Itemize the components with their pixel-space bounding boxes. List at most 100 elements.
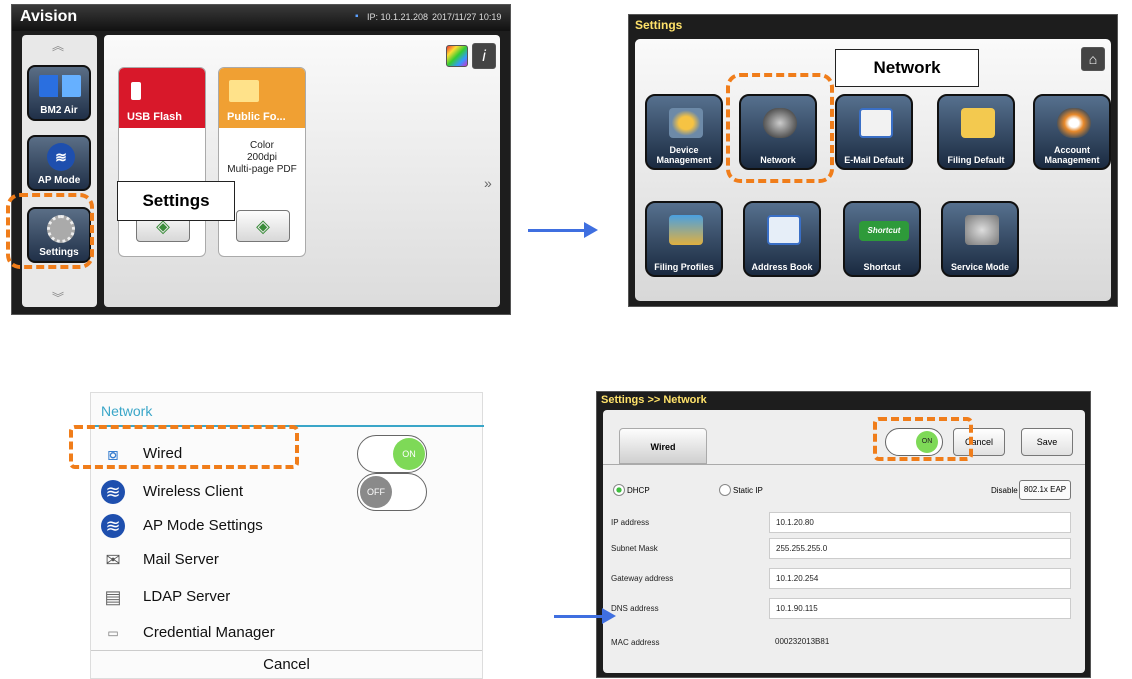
breadcrumb: Settings >> Network (601, 394, 707, 406)
sidebar-item-ap-mode[interactable]: ≋ AP Mode (27, 135, 91, 191)
ip-address-row: IP address 10.1.20.80 (607, 512, 1073, 534)
page-title: Network (101, 403, 153, 419)
network-item-mail-server[interactable]: ✉ Mail Server (101, 545, 361, 575)
usb-icon (131, 82, 141, 100)
info-icon[interactable]: i (472, 43, 496, 69)
network-status-icon: ▪ (355, 11, 359, 22)
tile-filing-default[interactable]: Filing Default (937, 94, 1015, 170)
card-header: USB Flash (119, 68, 205, 128)
item-label: Credential Manager (143, 624, 275, 641)
home-icon[interactable]: ⌂ (1081, 47, 1105, 71)
wireless-icon: ≋ (101, 480, 125, 504)
ap-mode-icon: ≋ (101, 514, 125, 538)
scroll-up-icon[interactable]: ︽ (52, 37, 64, 54)
item-label: Mail Server (143, 551, 219, 568)
toggle-off-knob: OFF (360, 476, 392, 508)
dhcp-label: DHCP (627, 486, 650, 495)
gateway-address-field[interactable]: 10.1.20.254 (769, 568, 1071, 589)
settings-screen-panel: Settings ⌂ Device Management Network E-M… (628, 14, 1118, 307)
field-label: IP address (611, 518, 650, 527)
card-title: USB Flash (127, 111, 183, 123)
flow-arrow (554, 608, 616, 624)
tile-shortcut[interactable]: Shortcut Shortcut (843, 201, 921, 277)
subnet-mask-field[interactable]: 255.255.255.0 (769, 538, 1071, 559)
tile-service-mode[interactable]: Service Mode (941, 201, 1019, 277)
file-format: Multi-page PDF (227, 164, 297, 175)
ip-address-field[interactable]: 10.1.20.80 (769, 512, 1071, 533)
avision-logo: Avision (20, 8, 78, 25)
tile-label: Address Book (751, 262, 813, 272)
wired-toggle[interactable]: ON (357, 435, 427, 473)
tile-filing-profiles[interactable]: Filing Profiles (645, 201, 723, 277)
tile-device-management[interactable]: Device Management (645, 94, 723, 170)
save-button[interactable]: Save (1021, 428, 1073, 456)
mac-address-value: 000232013B81 (775, 637, 830, 646)
network-callout: Network (835, 49, 979, 87)
field-label: DNS address (611, 604, 659, 613)
network-item-wireless-client[interactable]: ≋ Wireless Client (101, 477, 361, 507)
wireless-toggle[interactable]: OFF (357, 473, 427, 511)
device-management-icon (669, 108, 703, 138)
credential-icon: ▭ (107, 626, 119, 640)
tab-wired[interactable]: Wired (619, 428, 707, 464)
tile-label: Service Mode (950, 262, 1010, 272)
highlight-box (6, 193, 94, 269)
public-folder-card[interactable]: Public Fo... Color 200dpi Multi-page PDF… (218, 67, 306, 257)
folder-icon (961, 108, 995, 138)
more-icon[interactable]: » (484, 175, 492, 191)
server-icon: ▤ (104, 587, 122, 607)
static-ip-label: Static IP (733, 486, 763, 495)
tile-label: Device Management (656, 145, 712, 165)
eap-button[interactable]: 802.1x EAP (1019, 480, 1071, 500)
tile-label: Shortcut (863, 262, 901, 272)
card-title: Public Fo... (227, 111, 286, 123)
network-item-credential-manager[interactable]: ▭ Credential Manager (101, 618, 361, 648)
top-bar: Avision ▪ IP: 10.1.21.208 2017/11/27 10:… (12, 5, 510, 31)
pc-transfer-icon (39, 75, 81, 97)
tile-email-default[interactable]: E-Mail Default (835, 94, 913, 170)
envelope-icon (859, 108, 893, 138)
wifi-ap-icon: ≋ (47, 143, 75, 171)
sidebar-item-label: AP Mode (37, 175, 81, 186)
ip-address-label: IP: 10.1.21.208 (367, 12, 429, 22)
usb-flash-card[interactable]: USB Flash ◈ (118, 67, 206, 257)
tile-label: Account Management (1044, 145, 1100, 165)
keyboard-icon[interactable] (446, 45, 468, 67)
static-ip-radio[interactable] (719, 484, 731, 496)
tile-address-book[interactable]: Address Book (743, 201, 821, 277)
tab-underline (603, 464, 1085, 465)
item-label: Wireless Client (143, 483, 244, 500)
gateway-address-row: Gateway address 10.1.20.254 (607, 568, 1073, 590)
disable-label: Disable (991, 486, 1018, 495)
wired-settings-form: Wired ON Cancel Save DHCP Static IP Disa… (603, 410, 1085, 673)
mail-icon: ✉ (105, 550, 121, 570)
tile-label: E-Mail Default (844, 155, 904, 165)
datetime-label: 2017/11/27 10:19 (432, 12, 502, 22)
color-mode: Color (250, 140, 274, 151)
sidebar-item-bm2-air[interactable]: BM2 Air (27, 65, 91, 121)
dns-address-field[interactable]: 10.1.90.115 (769, 598, 1071, 619)
start-button[interactable]: ◈ (236, 210, 290, 242)
dhcp-radio[interactable] (613, 484, 625, 496)
flow-arrow (528, 222, 598, 238)
dns-address-row: DNS address 10.1.90.115 (607, 598, 1073, 620)
network-item-ldap-server[interactable]: ▤ LDAP Server (101, 582, 361, 612)
mac-address-row: MAC address 000232013B81 (607, 632, 1073, 654)
cancel-button[interactable]: Cancel (91, 650, 482, 678)
toggle-on-knob: ON (393, 438, 425, 470)
filing-profiles-icon (669, 215, 703, 245)
page-title: Settings (635, 18, 683, 32)
sidebar-item-label: BM2 Air (40, 105, 78, 116)
item-label: LDAP Server (143, 588, 231, 605)
service-mode-icon (965, 215, 999, 245)
folder-icon (229, 80, 259, 102)
field-label: MAC address (611, 638, 660, 647)
ip-mode-row: DHCP Static IP Disable 802.1x EAP (607, 480, 1073, 502)
account-management-icon (1057, 108, 1091, 138)
tile-account-management[interactable]: Account Management (1033, 94, 1111, 170)
highlight-box (726, 73, 834, 183)
subnet-mask-row: Subnet Mask 255.255.255.0 (607, 538, 1073, 560)
scroll-down-icon[interactable]: ︾ (52, 289, 64, 306)
network-item-ap-mode-settings[interactable]: ≋ AP Mode Settings (101, 511, 361, 541)
shortcut-sign-icon: Shortcut (859, 221, 909, 241)
